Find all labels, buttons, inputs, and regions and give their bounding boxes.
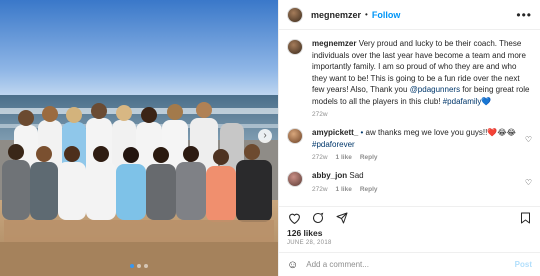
share-icon[interactable] — [335, 211, 349, 225]
chevron-right-icon[interactable]: › — [258, 129, 272, 143]
separator-dot: • — [365, 10, 368, 19]
commenter-username[interactable]: abby_jon — [312, 171, 347, 180]
comment-text: Sad — [349, 171, 364, 180]
heart-icon[interactable]: ♡ — [525, 178, 532, 193]
follow-button[interactable]: Follow — [372, 10, 401, 20]
commenter-username[interactable]: amypickett_ — [312, 128, 358, 137]
carousel-dot — [144, 264, 148, 268]
comment-item: abby_jon Sad 272w 1 like Reply ♡ — [287, 170, 532, 193]
reply-button[interactable]: Reply — [360, 186, 378, 193]
comment-age[interactable]: 272w — [312, 154, 328, 161]
carousel-dots — [0, 264, 278, 268]
heart-icon[interactable]: ♡ — [525, 135, 532, 161]
author-avatar[interactable] — [287, 6, 303, 23]
carousel-dot — [137, 264, 141, 268]
comment-likes[interactable]: 1 like — [336, 154, 352, 161]
caption-hashtag[interactable]: #pdafamily — [443, 97, 482, 106]
comments-section: megnemzer Very proud and lucky to be the… — [279, 30, 540, 206]
smiley-icon[interactable]: ☺ — [287, 259, 298, 271]
likes-count[interactable]: 126 likes — [279, 228, 540, 238]
add-comment-bar: ☺ Add a comment... Post — [279, 252, 540, 276]
caption-age[interactable]: 272w — [312, 111, 328, 118]
more-options-icon[interactable]: ••• — [516, 8, 532, 22]
post-date: JUNE 28, 2018 — [287, 240, 332, 246]
caption-mention[interactable]: @pdagunners — [410, 85, 460, 94]
commenter-avatar[interactable] — [287, 128, 303, 144]
reply-button[interactable]: Reply — [360, 154, 378, 161]
caption-avatar[interactable] — [287, 39, 303, 55]
caption: megnemzer Very proud and lucky to be the… — [287, 38, 532, 118]
comment-emojis: ❤️😂😂 — [487, 128, 517, 137]
comment-hashtag[interactable]: #pdaforever — [312, 140, 355, 149]
commenter-avatar[interactable] — [287, 171, 303, 187]
team-photo-image — [0, 0, 278, 276]
post-header: megnemzer • Follow ••• — [279, 0, 540, 30]
bookmark-icon[interactable] — [518, 211, 532, 225]
comment-age[interactable]: 272w — [312, 186, 328, 193]
carousel-dot — [130, 264, 134, 268]
comment-item: amypickett_ • aw thanks meg we love you … — [287, 127, 532, 161]
verified-badge-icon: • — [360, 128, 364, 137]
instagram-post: › megnemzer • Follow ••• megnemzer Very … — [0, 0, 540, 276]
heart-icon[interactable] — [287, 211, 301, 225]
comment-icon[interactable] — [311, 211, 325, 225]
comment-likes[interactable]: 1 like — [336, 186, 352, 193]
comment-text: aw thanks meg we love you guys!! — [365, 128, 488, 137]
add-comment-input[interactable]: Add a comment... — [306, 260, 369, 269]
action-bar — [279, 206, 540, 228]
author-username[interactable]: megnemzer — [311, 10, 361, 20]
post-side-panel: megnemzer • Follow ••• megnemzer Very pr… — [278, 0, 540, 276]
post-comment-button[interactable]: Post — [515, 260, 532, 269]
caption-emoji: 💙 — [481, 96, 492, 106]
caption-username[interactable]: megnemzer — [312, 39, 356, 48]
post-photo[interactable]: › — [0, 0, 278, 276]
